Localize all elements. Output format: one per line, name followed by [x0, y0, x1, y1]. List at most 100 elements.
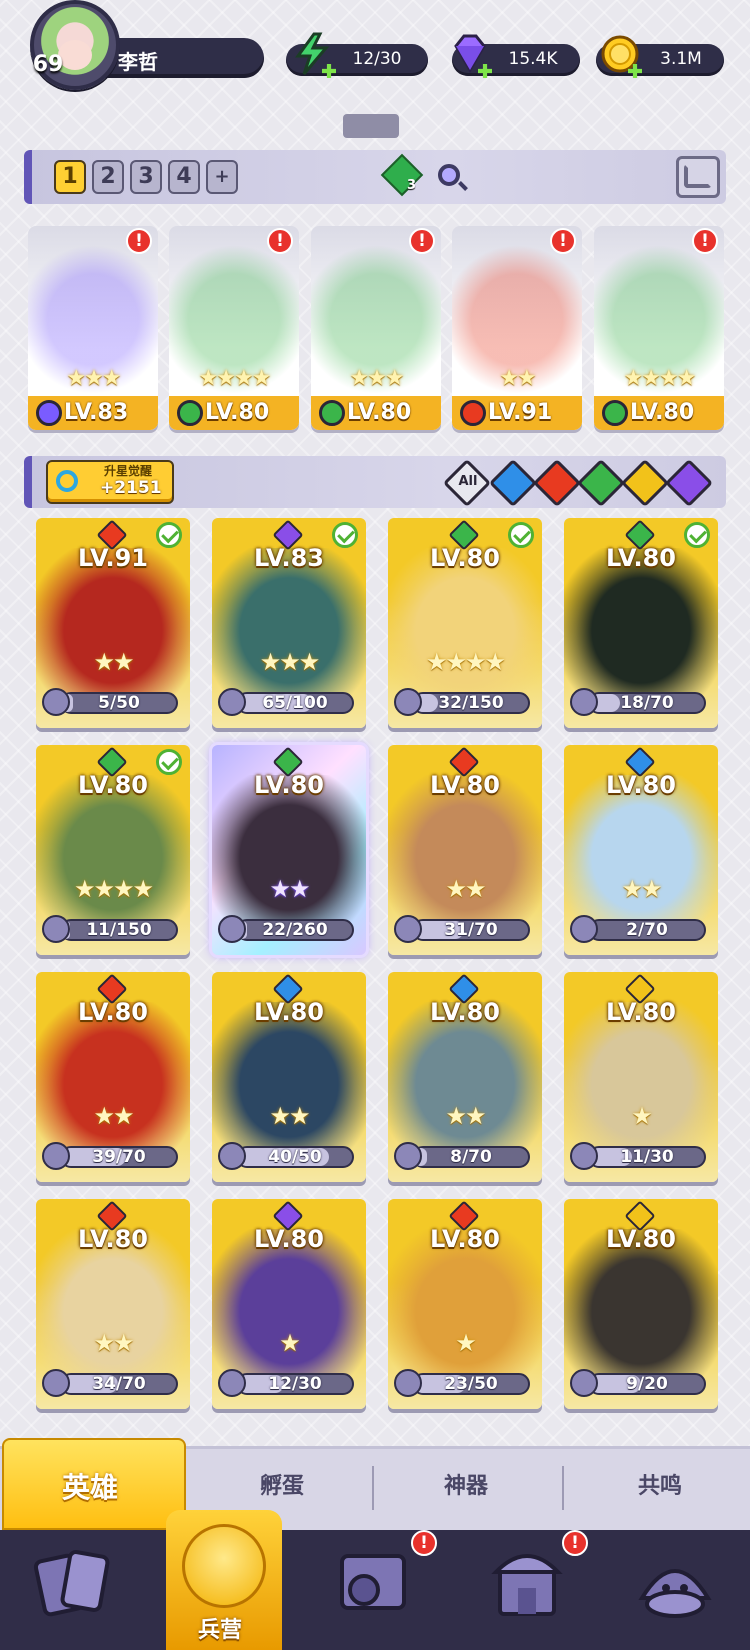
hero-card[interactable]: LV.80 9/20: [564, 1199, 718, 1409]
team-member-stars: ★★★★: [623, 366, 697, 391]
hero-card[interactable]: LV.80 ★★★★ 32/150: [388, 518, 542, 728]
team-member-stars: ★★: [499, 366, 536, 391]
hero-level: LV.80: [606, 1225, 676, 1253]
team-member-card[interactable]: ★★★ LV.83 !: [28, 226, 158, 430]
hero-stars: ★★★★: [73, 875, 154, 903]
hero-level: LV.80: [430, 998, 500, 1026]
hero-card[interactable]: LV.80 ★★ 40/50: [212, 972, 366, 1182]
shard-count: 22/260: [262, 920, 328, 940]
hero-stars: ★★: [93, 1102, 134, 1130]
key-icon: [56, 470, 78, 492]
shard-count: 2/70: [626, 920, 668, 940]
team-member-card[interactable]: ★★ LV.91 !: [452, 226, 582, 430]
shard-count: 32/150: [438, 693, 504, 713]
player-level: 69: [32, 52, 64, 77]
hero-level: LV.80: [430, 771, 500, 799]
pull-tab[interactable]: [343, 114, 399, 138]
add-team-button[interactable]: +: [206, 160, 238, 194]
shard-count: 39/70: [92, 1147, 146, 1167]
shard-count: 5/50: [98, 693, 140, 713]
player-avatar[interactable]: 69: [30, 0, 120, 90]
hero-card[interactable]: LV.80 ★★ 31/70: [388, 745, 542, 955]
hero-level: LV.80: [254, 998, 324, 1026]
hero-stars: ★★: [93, 1329, 134, 1357]
alert-badge: !: [692, 228, 718, 254]
nav-alert-badge: !: [562, 1530, 588, 1556]
team-tab-1[interactable]: 1: [54, 160, 86, 194]
player-name: 李哲: [118, 50, 158, 74]
shard-count: 18/70: [620, 693, 674, 713]
hero-card[interactable]: LV.80 ★★ 8/70: [388, 972, 542, 1182]
shard-count: 8/70: [450, 1147, 492, 1167]
hero-card[interactable]: LV.80 ★ 23/50: [388, 1199, 542, 1409]
cards-icon[interactable]: [30, 1540, 116, 1626]
hero-stars: ★★: [269, 875, 310, 903]
temple-icon[interactable]: [484, 1540, 570, 1626]
hero-card[interactable]: LV.80 ★ 11/30: [564, 972, 718, 1182]
shard-count: 11/150: [86, 920, 152, 940]
fist-icon: [182, 1524, 266, 1608]
alert-badge: !: [550, 228, 576, 254]
energy-value: 12/30: [352, 49, 402, 69]
awaken-label: 升星觉醒: [104, 464, 153, 478]
alert-badge: !: [126, 228, 152, 254]
hero-level: LV.80: [430, 544, 500, 572]
hero-stars: ★★: [621, 875, 662, 903]
wizard-icon[interactable]: [632, 1540, 718, 1626]
tab-heroes-label: 英雄: [62, 1471, 119, 1504]
hero-card[interactable]: LV.80 ★★ 34/70: [36, 1199, 190, 1409]
element-icon: [460, 400, 486, 426]
hero-level: LV.80: [430, 1225, 500, 1253]
hero-level: LV.80: [606, 998, 676, 1026]
team-member-stars: ★★★: [66, 366, 121, 391]
hero-stars: ★★: [269, 1102, 310, 1130]
tab-hatch[interactable]: 孵蛋: [260, 1468, 304, 1500]
hero-card[interactable]: LV.83 ★★★ 65/100: [212, 518, 366, 728]
hero-card[interactable]: LV.80 ★★ 22/260: [212, 745, 366, 955]
gem-value: 15.4K: [508, 49, 558, 69]
element-icon: [602, 400, 628, 426]
shard-count: 40/50: [268, 1147, 322, 1167]
hero-card[interactable]: LV.80 ★★ 2/70: [564, 745, 718, 955]
team-member-card[interactable]: ★★★★ LV.80 !: [169, 226, 299, 430]
team-member-card[interactable]: ★★★★ LV.80 !: [594, 226, 724, 430]
hero-level: LV.80: [78, 998, 148, 1026]
awaken-value: +2151: [100, 478, 162, 498]
hero-stars: ★★: [445, 1102, 486, 1130]
shard-count: 34/70: [92, 1374, 146, 1394]
shard-count: 11/30: [620, 1147, 674, 1167]
shard-count: 65/100: [262, 693, 328, 713]
shard-count: 23/50: [444, 1374, 498, 1394]
hero-card[interactable]: LV.80 ★★ 39/70: [36, 972, 190, 1182]
hero-card[interactable]: LV.80 18/70: [564, 518, 718, 728]
hero-stars: ★: [455, 1329, 477, 1357]
search-icon[interactable]: [438, 164, 460, 186]
tab-divider: [562, 1466, 564, 1510]
team-tab-4[interactable]: 4: [168, 160, 200, 194]
team-member-card[interactable]: ★★★ LV.80 !: [311, 226, 441, 430]
shard-count: 12/30: [268, 1374, 322, 1394]
alert-badge: !: [409, 228, 435, 254]
hero-card[interactable]: LV.91 ★★ 5/50: [36, 518, 190, 728]
share-icon: [684, 164, 712, 188]
hero-level: LV.80: [78, 1225, 148, 1253]
gold-value: 3.1M: [660, 49, 702, 69]
hero-stars: ★: [279, 1329, 301, 1357]
hero-stars: ★★: [93, 648, 134, 676]
hero-card[interactable]: LV.80 ★★★★ 11/150: [36, 745, 190, 955]
hero-level: LV.80: [606, 544, 676, 572]
map-book-icon[interactable]: [330, 1540, 416, 1626]
hero-stars: ★★: [445, 875, 486, 903]
tab-resonance[interactable]: 共鸣: [638, 1468, 682, 1500]
team-member-stars: ★★★★: [198, 366, 272, 391]
hero-level: LV.83: [254, 544, 324, 572]
hero-stars: ★: [631, 1102, 653, 1130]
hero-level: LV.80: [254, 1225, 324, 1253]
hero-card[interactable]: LV.80 ★ 12/30: [212, 1199, 366, 1409]
team-tab-3[interactable]: 3: [130, 160, 162, 194]
hero-level: LV.91: [78, 544, 148, 572]
team-tab-2[interactable]: 2: [92, 160, 124, 194]
hero-stars: ★★★: [259, 648, 321, 676]
tab-artifacts[interactable]: 神器: [444, 1468, 488, 1500]
nav-alert-badge: !: [411, 1530, 437, 1556]
